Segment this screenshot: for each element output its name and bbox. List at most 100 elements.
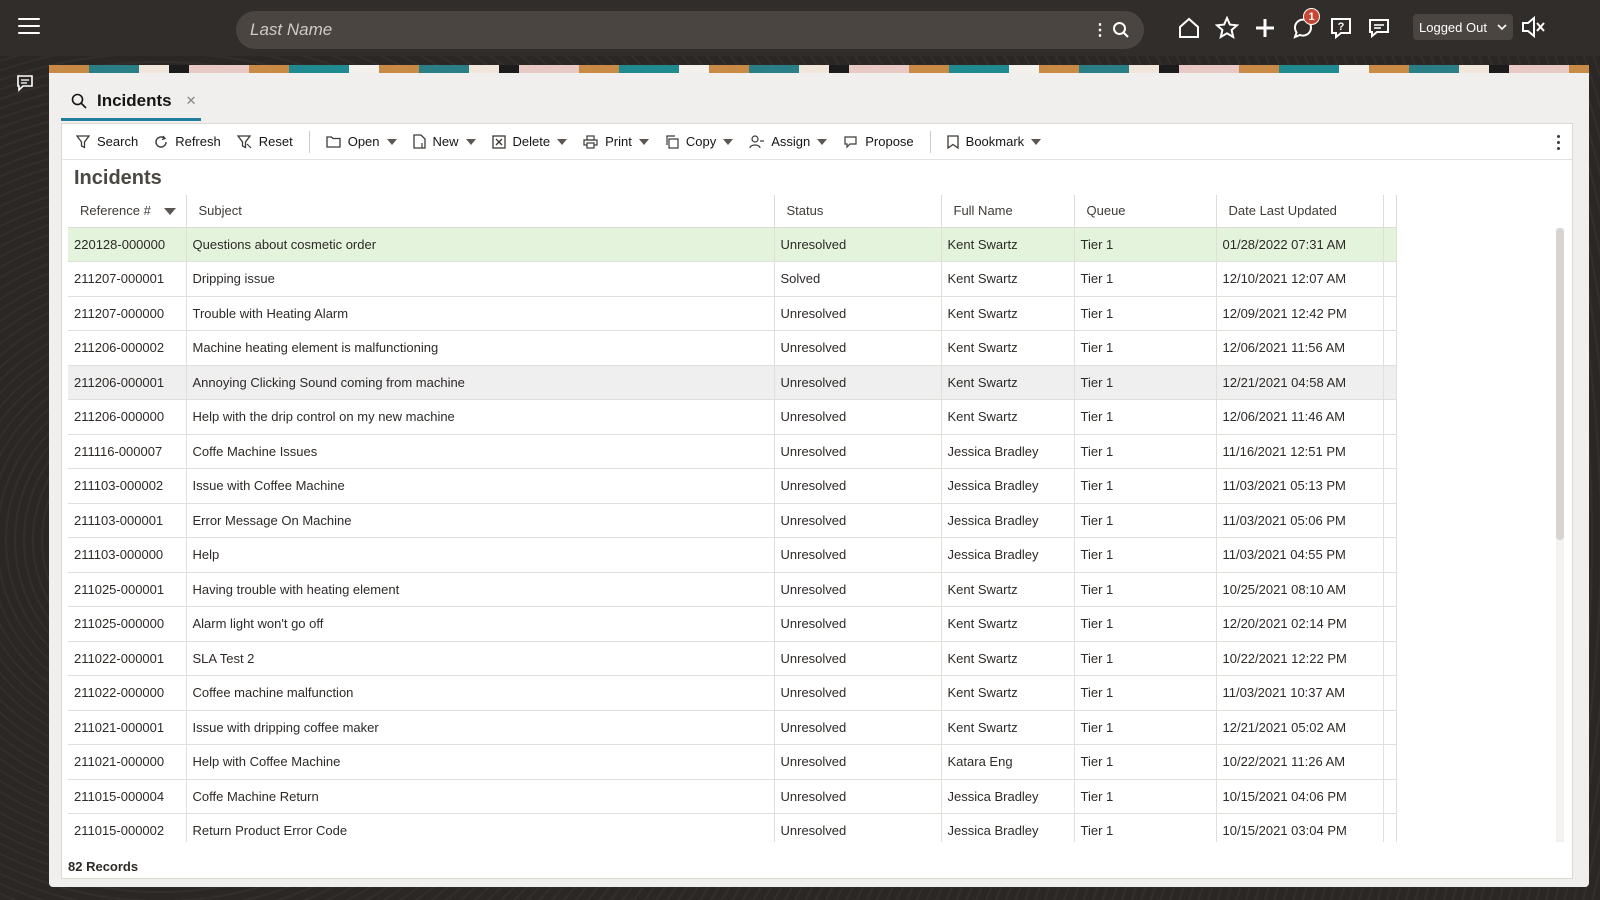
table-row[interactable]: 211015-000002 Return Product Error Code Un… — [68, 813, 1397, 842]
cell-full-name: Jessica Bradley — [941, 434, 1075, 469]
refresh-button[interactable]: Refresh — [146, 127, 229, 157]
sort-descending-icon[interactable] — [163, 208, 176, 215]
cell-reference: 211207-000001 — [68, 261, 187, 297]
notifications-icon[interactable]: 1 — [1284, 8, 1322, 46]
bookmark-button-label: Bookmark — [965, 134, 1025, 149]
cell-date-last-updated: 10/22/2021 12:22 PM — [1216, 641, 1384, 676]
cell-filler — [1383, 399, 1397, 435]
cell-reference: 211021-000001 — [68, 710, 187, 745]
table-row[interactable]: 211103-000000 Help Unresolved Jessica Bradl… — [68, 537, 1397, 573]
print-button[interactable]: Print — [575, 127, 657, 157]
cell-subject: Return Product Error Code — [186, 813, 775, 842]
cell-status: Unresolved — [774, 227, 942, 262]
new-button-label: New — [432, 134, 459, 149]
chat-icon[interactable] — [1360, 10, 1398, 46]
cell-subject: Trouble with Heating Alarm — [186, 296, 775, 331]
table-row[interactable]: 211206-000001 Annoying Clicking Sound com… — [68, 365, 1397, 400]
table-row[interactable]: 211206-000002 Machine heating element is … — [68, 330, 1397, 366]
refresh-icon — [155, 135, 167, 148]
table-row[interactable]: 211022-000000 Coffee machine malfunction U… — [68, 675, 1397, 711]
close-icon[interactable]: ✕ — [186, 93, 197, 109]
quick-search: ⋮ — [236, 11, 1144, 49]
cell-subject: Dripping issue — [186, 261, 775, 297]
table-row[interactable]: 211206-000000 Help with the drip control … — [68, 399, 1397, 435]
search-options-icon[interactable]: ⋮ — [1092, 20, 1108, 40]
column-header-subject[interactable]: Subject — [186, 195, 775, 228]
search-input[interactable] — [236, 11, 1092, 49]
cell-filler — [1383, 710, 1397, 745]
mute-icon[interactable] — [1520, 14, 1546, 45]
star-icon[interactable] — [1208, 10, 1246, 46]
cell-status: Unresolved — [774, 641, 942, 676]
cell-queue: Tier 1 — [1074, 675, 1217, 711]
table-row[interactable]: 211015-000004 Coffe Machine Return Unresol… — [68, 779, 1397, 814]
column-header-label: Date Last Updated — [1228, 203, 1337, 219]
table-row[interactable]: 211116-000007 Coffe Machine Issues Unresol… — [68, 434, 1397, 469]
table-row[interactable]: 211025-000000 Alarm light won't go off Unr… — [68, 606, 1397, 642]
cell-full-name: Kent Swartz — [941, 227, 1075, 262]
cell-subject: SLA Test 2 — [186, 641, 775, 676]
cell-subject: Error Message On Machine — [186, 503, 775, 538]
cell-subject: Help — [186, 537, 775, 573]
plus-icon[interactable] — [1246, 10, 1284, 46]
cell-queue: Tier 1 — [1074, 710, 1217, 745]
table-row[interactable]: 211022-000001 SLA Test 2 Unresolved Kent Sw… — [68, 641, 1397, 676]
search-button[interactable]: Search — [68, 127, 146, 157]
table-row[interactable]: 211103-000001 Error Message On Machine Unr… — [68, 503, 1397, 538]
print-button-label: Print — [605, 134, 632, 149]
cell-subject: Coffe Machine Return — [186, 779, 775, 814]
agent-status-dropdown[interactable]: Logged Out — [1413, 14, 1513, 40]
help-icon[interactable]: ? — [1322, 10, 1360, 46]
cell-date-last-updated: 12/20/2021 02:14 PM — [1216, 606, 1384, 642]
cell-date-last-updated: 10/15/2021 04:06 PM — [1216, 779, 1384, 814]
chevron-down-icon — [465, 138, 476, 145]
cell-reference: 211103-000002 — [68, 468, 187, 504]
cell-queue: Tier 1 — [1074, 572, 1217, 607]
delete-button[interactable]: Delete — [484, 127, 576, 157]
table-row[interactable]: 211021-000000 Help with Coffee Machine Unr… — [68, 744, 1397, 780]
hamburger-menu-icon[interactable] — [18, 18, 40, 36]
cell-reference: 211206-000002 — [68, 330, 187, 366]
column-header-queue[interactable]: Queue — [1074, 195, 1217, 228]
cell-filler — [1383, 537, 1397, 573]
search-button-label: Search — [97, 134, 139, 149]
vertical-scrollbar[interactable] — [1556, 228, 1564, 842]
search-icon[interactable] — [1106, 15, 1136, 45]
copy-button[interactable]: Copy — [657, 127, 741, 157]
printer-icon — [583, 134, 598, 149]
cell-reference: 211015-000002 — [68, 813, 187, 842]
table-row[interactable]: 211103-000002 Issue with Coffee Machine Un… — [68, 468, 1397, 504]
bookmark-button[interactable]: Bookmark — [939, 127, 1050, 157]
table-row[interactable]: 220128-000000 Questions about cosmetic or… — [68, 227, 1397, 262]
cell-date-last-updated: 11/03/2021 10:37 AM — [1216, 675, 1384, 711]
cell-filler — [1383, 261, 1397, 297]
more-options-icon[interactable] — [1550, 128, 1566, 156]
cell-status: Unresolved — [774, 537, 942, 573]
cell-subject: Coffee machine malfunction — [186, 675, 775, 711]
table-row[interactable]: 211207-000001 Dripping issue Solved Kent Sw… — [68, 261, 1397, 297]
cell-full-name: Kent Swartz — [941, 261, 1075, 297]
column-header-full-name[interactable]: Full Name — [941, 195, 1075, 228]
home-icon[interactable] — [1170, 10, 1208, 46]
column-header-reference[interactable]: Reference # — [68, 195, 187, 228]
tab-incidents[interactable]: Incidents ✕ — [61, 83, 201, 121]
new-button[interactable]: New — [405, 127, 484, 157]
assign-button[interactable]: Assign — [741, 127, 835, 157]
reset-button[interactable]: Reset — [229, 127, 301, 157]
cell-queue: Tier 1 — [1074, 537, 1217, 573]
cell-reference: 211022-000000 — [68, 675, 187, 711]
table-row[interactable]: 211021-000001 Issue with dripping coffee … — [68, 710, 1397, 745]
column-header-status[interactable]: Status — [774, 195, 942, 228]
cell-full-name: Kent Swartz — [941, 710, 1075, 745]
chevron-down-icon — [638, 138, 649, 145]
table-row[interactable]: 211207-000000 Trouble with Heating Alarm U… — [68, 296, 1397, 331]
cell-subject: Alarm light won't go off — [186, 606, 775, 642]
scrollbar-thumb[interactable] — [1556, 228, 1564, 540]
propose-button[interactable]: Propose — [835, 127, 921, 157]
column-header-date-last-updated[interactable]: Date Last Updated — [1216, 195, 1384, 228]
table-row[interactable]: 211025-000001 Having trouble with heating… — [68, 572, 1397, 607]
side-chat-icon[interactable] — [16, 74, 34, 97]
open-button[interactable]: Open — [318, 127, 405, 157]
cell-subject: Machine heating element is malfunctionin… — [186, 330, 775, 366]
cell-filler — [1383, 606, 1397, 642]
